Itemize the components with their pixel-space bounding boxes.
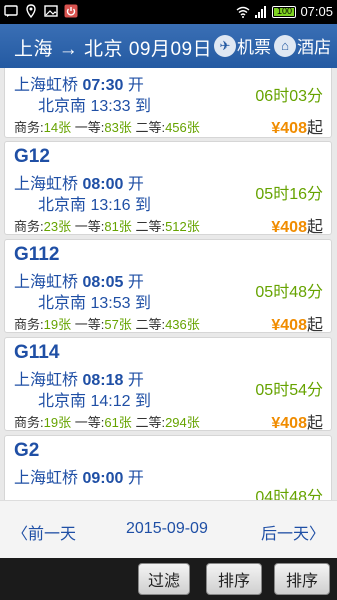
filter-button[interactable]: 过滤 (138, 563, 190, 595)
train-number: G112 (14, 244, 60, 265)
arrival-suffix: 到 (134, 295, 151, 312)
duration: 04时48分 (255, 489, 323, 500)
duration: 05时48分 (255, 284, 323, 301)
seat-availability: 商务:23张 一等:81张 二等:512张 (14, 219, 200, 234)
arrival: 北京南 13:16 到 (38, 191, 151, 215)
arrival-station: 北京南 (38, 295, 87, 312)
arrival-station: 北京南 (38, 393, 87, 410)
next-day-button[interactable]: 后一天〉 (261, 520, 325, 544)
seat-availability: 商务:19张 一等:57张 二等:436张 (14, 317, 200, 332)
train-card[interactable]: 上海虹桥 07:30 开 北京南 13:33 到 06时03分 商务:14张 一… (4, 68, 332, 138)
train-card[interactable]: G112 上海虹桥 08:05 开 北京南 13:53 到 05时48分 商务:… (4, 239, 332, 334)
duration: 05时54分 (255, 382, 323, 399)
power-icon (64, 4, 78, 18)
status-time: 07:05 (300, 4, 333, 19)
hotel-button[interactable]: ⌂ 酒店 (274, 33, 331, 58)
wifi-icon (237, 6, 250, 18)
status-left-icons (4, 4, 78, 18)
price: ¥408起 (271, 317, 323, 334)
messages-icon (4, 5, 18, 17)
flight-ticket-label: 机票 (237, 38, 271, 57)
arrival: 北京南 13:33 到 (38, 92, 151, 116)
arrival-suffix: 到 (134, 393, 151, 410)
arrival-suffix: 到 (134, 197, 151, 214)
arrival-station: 北京南 (38, 98, 87, 115)
location-icon (26, 4, 36, 18)
train-card[interactable]: G2 上海虹桥 09:00 开 04时48分 (4, 435, 332, 500)
departure-time: 09:00 (82, 470, 124, 487)
arrival-time: 13:16 (90, 197, 131, 214)
train-card[interactable]: G114 上海虹桥 08:18 开 北京南 14:12 到 05时54分 商务:… (4, 337, 332, 432)
train-card[interactable]: G12 上海虹桥 08:00 开 北京南 13:16 到 05时16分 商务:2… (4, 141, 332, 236)
price: ¥408起 (271, 219, 323, 236)
battery-level: 100 (276, 6, 292, 16)
arrival-time: 14:12 (90, 393, 131, 410)
sort-button-2[interactable]: 排序 (274, 563, 330, 595)
hotel-icon: ⌂ (274, 34, 296, 57)
flight-ticket-button[interactable]: ✈ 机票 (214, 33, 271, 58)
previous-day-label: 前一天 (28, 526, 77, 543)
status-bar: 100 07:05 (0, 0, 337, 24)
seat-availability: 商务:19张 一等:61张 二等:294张 (14, 415, 200, 430)
arrival-station: 北京南 (38, 197, 87, 214)
hotel-label: 酒店 (297, 38, 331, 57)
airplane-icon: ✈ (214, 34, 236, 57)
arrival-time: 13:33 (90, 98, 131, 115)
current-date[interactable]: 2015-09-09 (126, 520, 208, 538)
train-number: G114 (14, 342, 60, 363)
departure-suffix: 开 (127, 470, 144, 487)
bottom-toolbar: 过滤 排序 排序 (0, 558, 337, 600)
battery-icon: 100 (272, 6, 297, 18)
previous-day-button[interactable]: 〈前一天 (12, 520, 76, 544)
arrival: 北京南 14:12 到 (38, 387, 151, 411)
departure: 上海虹桥 09:00 开 (14, 464, 144, 488)
price: ¥408起 (271, 415, 323, 432)
duration: 05时16分 (255, 186, 323, 203)
route-title: 上海 → 北京 09月09日 (14, 39, 213, 60)
arrival: 北京南 13:53 到 (38, 289, 151, 313)
next-day-label: 后一天 (260, 526, 309, 543)
duration: 06时03分 (255, 88, 323, 105)
header: 上海 → 北京 09月09日 ✈ 机票 ⌂ 酒店 (0, 24, 337, 68)
seat-availability: 商务:14张 一等:83张 二等:456张 (14, 120, 200, 135)
date-navigation: 〈前一天 2015-09-09 后一天〉 (0, 500, 337, 558)
status-right-icons: 100 07:05 (236, 4, 333, 20)
image-icon (44, 5, 58, 17)
departure-station: 上海虹桥 (14, 470, 79, 487)
train-number: G2 (14, 440, 40, 461)
sort-button[interactable]: 排序 (206, 563, 262, 595)
arrival-time: 13:53 (90, 295, 131, 312)
train-number: G12 (14, 146, 50, 167)
chevron-right-icon: 〉 (308, 526, 325, 543)
price: ¥408起 (271, 120, 323, 137)
signal-icon (255, 6, 267, 18)
arrival-suffix: 到 (134, 98, 151, 115)
chevron-left-icon: 〈 (12, 526, 29, 543)
train-list[interactable]: 上海虹桥 07:30 开 北京南 13:33 到 06时03分 商务:14张 一… (0, 68, 337, 500)
